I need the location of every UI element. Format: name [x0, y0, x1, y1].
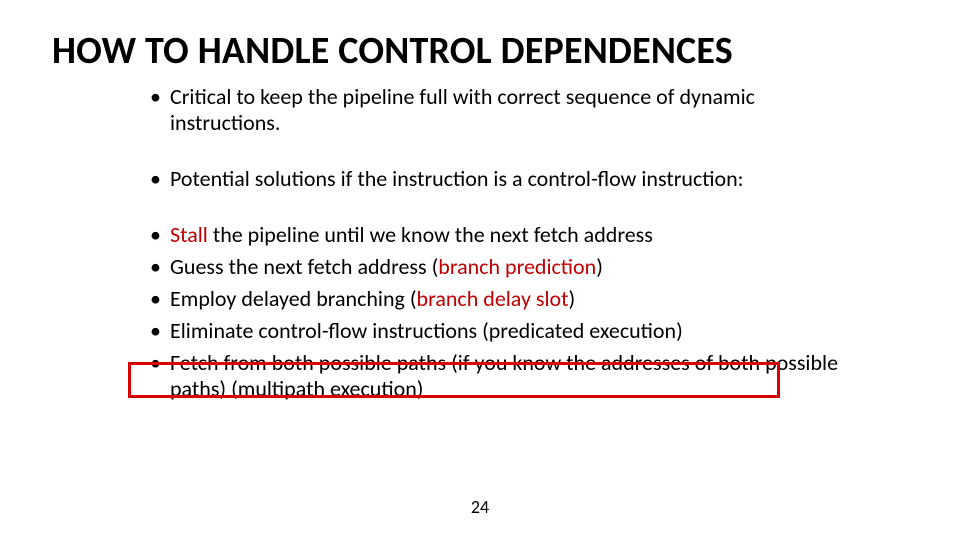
bullet-item: Employ delayed branching (branch delay s…: [150, 286, 870, 312]
bullet-text: the pipeline until we know the next fetc…: [208, 221, 653, 248]
slide-body: Critical to keep the pipeline full with …: [150, 84, 870, 408]
bullet-item: Stall the pipeline until we know the nex…: [150, 222, 870, 248]
bullet-item: Potential solutions if the instruction i…: [150, 166, 870, 192]
bullet-text: Guess the next fetch address (: [170, 253, 438, 280]
bullet-item: Guess the next fetch address (branch pre…: [150, 254, 870, 280]
slide: HOW TO HANDLE CONTROL DEPENDENCES Critic…: [0, 0, 960, 540]
highlight-rectangle: [128, 362, 780, 398]
slide-title: HOW TO HANDLE CONTROL DEPENDENCES: [52, 28, 733, 74]
bullet-text: Employ delayed branching (: [170, 285, 417, 312]
bullet-text: ): [569, 285, 576, 312]
accent-text: branch delay slot: [417, 285, 569, 312]
bullet-list: Critical to keep the pipeline full with …: [150, 84, 870, 402]
page-number: 24: [0, 496, 960, 518]
bullet-text: ): [596, 253, 603, 280]
bullet-item-highlighted: Eliminate control-flow instructions (pre…: [150, 318, 870, 344]
accent-text: Stall: [170, 221, 208, 248]
bullet-item: Critical to keep the pipeline full with …: [150, 84, 870, 136]
accent-text: branch prediction: [438, 253, 596, 280]
